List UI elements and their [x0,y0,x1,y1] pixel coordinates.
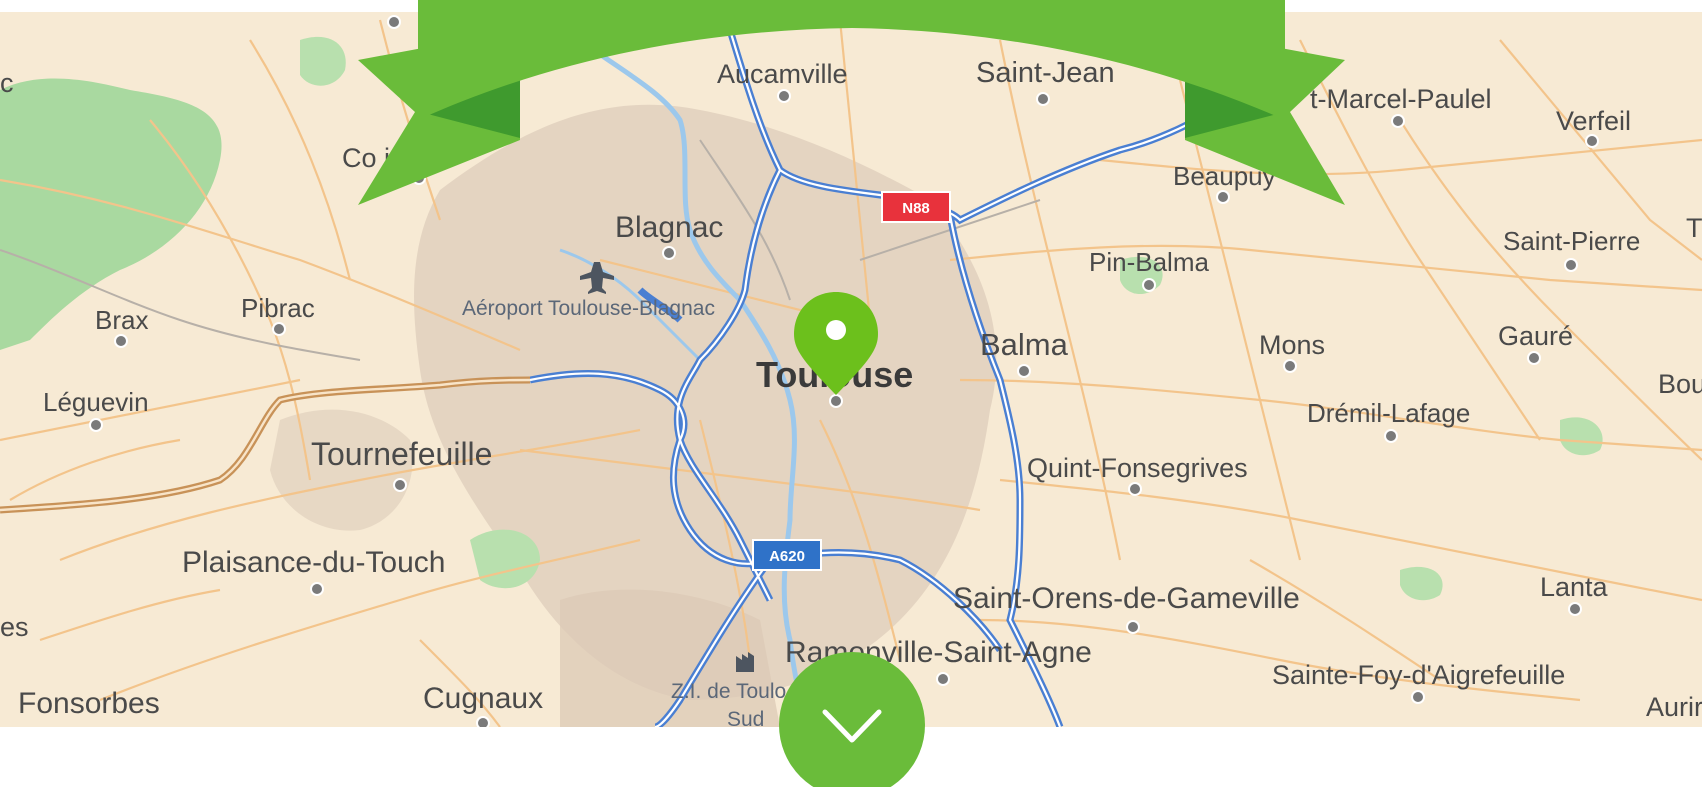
place-plaisance-du-touch: Plaisance-du-Touch [182,546,445,579]
place-marcel-paulel: t-Marcel-Paulel [1310,84,1492,114]
place-gaure: Gauré [1498,321,1573,351]
map-hero: N88 A620 Aucamville Saint-Jean t-Marcel-… [0,0,1702,787]
place-airport: Aéroport Toulouse-Blagnac [462,297,715,320]
place-blagnac: Blagnac [615,211,723,244]
place-zi-sud: Sud [727,708,764,731]
place-pibrac: Pibrac [241,293,315,323]
place-pin-balma: Pin-Balma [1089,247,1209,277]
place-lanta: Lanta [1540,572,1609,602]
place-sainte-foy: Sainte-Foy-d'Aigrefeuille [1272,660,1565,690]
place-balma: Balma [980,327,1069,362]
chevron-down-icon [822,709,882,743]
svg-text:A620: A620 [769,548,805,565]
place-leguevin: Léguevin [43,387,149,417]
place-cugnaux: Cugnaux [423,682,543,715]
place-mons: Mons [1259,330,1325,360]
place-es: es [0,612,29,642]
place-saint-pierre: Saint-Pierre [1503,226,1640,256]
place-quint-fonsegrives: Quint-Fonsegrives [1027,453,1248,483]
place-aucamville: Aucamville [717,59,848,89]
place-edge-t: T [1686,213,1702,243]
place-edge-c: c [0,68,14,98]
road-shield-n88: N88 [881,191,951,223]
place-verfeil: Verfeil [1556,106,1631,136]
place-fonsorbes: Fonsorbes [18,687,160,720]
place-saint-orens: Saint-Orens-de-Gameville [953,582,1300,615]
scroll-down-button[interactable] [779,652,925,787]
place-aurin: Aurir [1646,692,1702,722]
place-brax: Brax [95,305,148,335]
place-zi-toulouse: Z.I. de Toulo [671,680,786,703]
road-shield-a620: A620 [752,539,822,571]
park-south [470,529,540,589]
place-tournefeuille: Tournefeuille [311,436,492,472]
place-dremil-lafage: Drémil-Lafage [1307,398,1470,428]
place-saint-jean: Saint-Jean [976,57,1115,89]
svg-text:N88: N88 [902,200,930,217]
place-bou: Bou [1658,369,1702,399]
